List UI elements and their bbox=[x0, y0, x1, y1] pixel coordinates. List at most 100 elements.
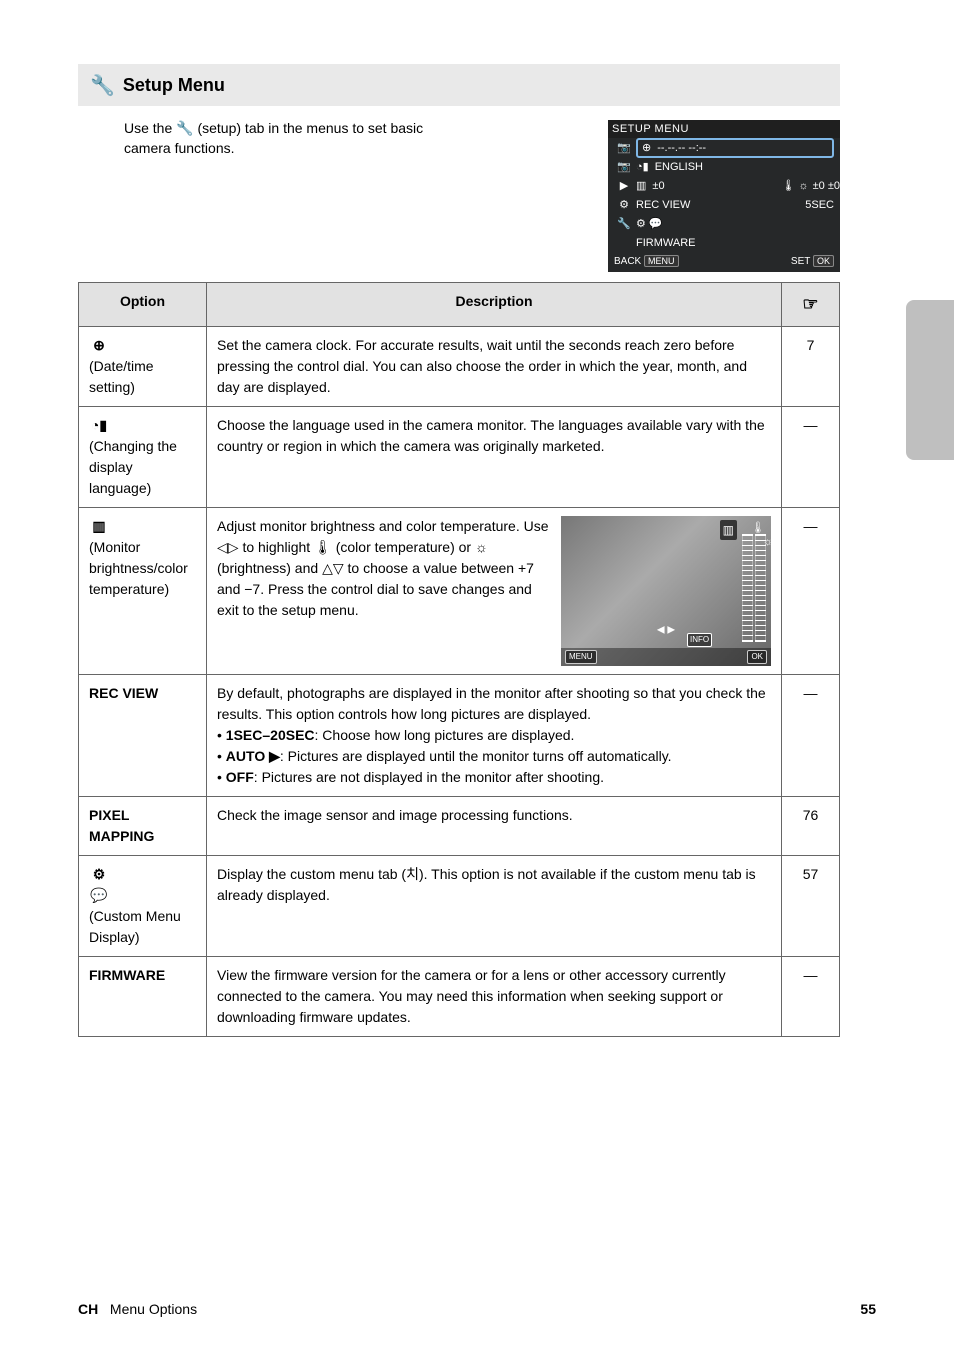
wrench-icon: 🔧 bbox=[90, 73, 115, 98]
bullet-label: AUTO ▶ bbox=[226, 748, 280, 764]
footer-title: Menu Options bbox=[110, 1301, 197, 1317]
menu-row-recview: ⚙ REC VIEW 5SEC bbox=[608, 195, 840, 214]
up-down-arrows-icon: △▽ bbox=[322, 560, 344, 576]
pointer-icon: ☞ bbox=[802, 294, 818, 314]
menu-row-custommenu: 🔧 ⚙ 💬 bbox=[608, 214, 840, 233]
menu-key-label: MENU bbox=[644, 255, 679, 267]
opt-subtitle: (Date/time setting) bbox=[89, 356, 196, 398]
opt-page: 7 bbox=[782, 327, 840, 407]
opt-desc: By default, photographs are displayed in… bbox=[207, 675, 782, 797]
opt-page: 57 bbox=[782, 856, 840, 957]
opt-desc: Display the custom menu tab (치). This op… bbox=[207, 856, 782, 957]
page-number: 55 bbox=[860, 1301, 876, 1317]
menu-lang-text: ENGLISH bbox=[655, 161, 840, 173]
opt-title: FIRMWARE bbox=[89, 965, 196, 986]
section-header: 🔧 Setup Menu bbox=[78, 64, 840, 106]
table-row: PIXEL MAPPING Check the image sensor and… bbox=[79, 797, 840, 856]
menu-row-monitor: ▶ ▥ ±0 🌡 ☼ ±0 ±0 bbox=[608, 176, 840, 195]
opt-page: — bbox=[782, 675, 840, 797]
menu-bottom-bar: BACK MENU SET OK bbox=[608, 252, 840, 270]
bullet-text: : Choose how long pictures are displayed… bbox=[315, 727, 575, 743]
opt-desc: Choose the language used in the camera m… bbox=[207, 407, 782, 508]
menu-set-label: SET bbox=[791, 256, 810, 267]
intro-suffix: (setup) tab in the menus to set basic bbox=[197, 120, 423, 136]
opt-desc: Set the camera clock. For accurate resul… bbox=[207, 327, 782, 407]
camera-icon: 📷 bbox=[612, 160, 636, 173]
clock-icon: ⊕ bbox=[89, 335, 109, 356]
page-side-tab bbox=[906, 300, 954, 460]
table-row: ⚙ 💬 (Custom Menu Display) Display the cu… bbox=[79, 856, 840, 957]
temperature-icon: 🌡 bbox=[314, 539, 332, 555]
ok-key-label: OK bbox=[747, 650, 767, 664]
left-right-arrows-icon: ◁▷ bbox=[217, 539, 239, 555]
desc-text: (color temperature) or bbox=[336, 539, 475, 555]
bullet-label: OFF bbox=[226, 769, 254, 785]
menu-monitor-extra-icons: 🌡 ☼ bbox=[782, 179, 809, 192]
ok-key-label: OK bbox=[813, 255, 834, 267]
opt-subtitle: (Custom Menu Display) bbox=[89, 906, 196, 948]
play-icon: ▶ bbox=[612, 179, 636, 192]
camera-icon: 📷 bbox=[612, 141, 636, 154]
desc-text: to highlight bbox=[242, 539, 314, 555]
table-header-row: Option Description ☞ bbox=[79, 283, 840, 327]
wrench-icon-inline: 🔧 bbox=[176, 120, 193, 136]
opt-desc: View the firmware version for the camera… bbox=[207, 957, 782, 1037]
menu-row-firmware: FIRMWARE bbox=[608, 233, 840, 252]
desc-text: By default, photographs are displayed in… bbox=[217, 683, 771, 725]
menu-recview-text: REC VIEW bbox=[636, 199, 805, 211]
desc-text: Adjust monitor brightness and color temp… bbox=[217, 518, 549, 534]
opt-page: — bbox=[782, 508, 840, 675]
monitor-icon: ▥ bbox=[720, 520, 737, 540]
footer-chapter: CH bbox=[78, 1301, 98, 1317]
globe-icon: ◔▮ bbox=[89, 415, 109, 436]
menu-key-label: MENU bbox=[565, 650, 597, 664]
intro-line1: Use the 🔧 (setup) tab in the menus to se… bbox=[124, 120, 423, 137]
menu-clock-text: --.--.-- --:-- bbox=[657, 142, 706, 154]
opt-desc: Check the image sensor and image process… bbox=[207, 797, 782, 856]
col-desc-header: Description bbox=[207, 283, 782, 327]
monitor-icon: ▥ bbox=[89, 516, 109, 537]
menu-monitor-text: ±0 bbox=[652, 180, 777, 192]
clock-icon: ⊕ bbox=[642, 141, 651, 154]
menu-back-label: BACK bbox=[614, 256, 641, 267]
monitor-icon: ▥ bbox=[636, 179, 646, 192]
col-ref-header: ☞ bbox=[782, 283, 840, 327]
table-row: ⊕ (Date/time setting) Set the camera clo… bbox=[79, 327, 840, 407]
options-table: Option Description ☞ ⊕ (Date/time settin… bbox=[78, 282, 840, 1037]
bullet-text: : Pictures are not displayed in the moni… bbox=[254, 769, 604, 785]
menu-row-lang: 📷 ◔▮ ENGLISH bbox=[608, 157, 840, 176]
bullet-text: : Pictures are displayed until the monit… bbox=[280, 748, 672, 764]
monitor-preview-graphic: ▥ 🌡 ☼ ◀ ▶ INFO MENU OK bbox=[561, 516, 771, 666]
gears-speech-icon: ⚙ 💬 bbox=[89, 864, 109, 906]
gears-speech-icon: ⚙ 💬 bbox=[636, 217, 663, 230]
opt-page: 76 bbox=[782, 797, 840, 856]
opt-title: REC VIEW bbox=[89, 683, 196, 704]
menu-recview-value: 5SEC bbox=[805, 199, 834, 211]
sun-icon: ☼ bbox=[475, 539, 488, 555]
opt-page: — bbox=[782, 957, 840, 1037]
menu-title: SETUP MENU bbox=[608, 120, 840, 138]
table-row: REC VIEW By default, photographs are dis… bbox=[79, 675, 840, 797]
opt-subtitle: (Monitor brightness/color temperature) bbox=[89, 537, 196, 600]
menu-monitor-extra-values: ±0 ±0 bbox=[813, 180, 840, 192]
menu-firmware-text: FIRMWARE bbox=[636, 237, 695, 249]
table-row: FIRMWARE View the firmware version for t… bbox=[79, 957, 840, 1037]
opt-subtitle: (Changing the display language) bbox=[89, 436, 196, 499]
opt-desc: ▥ 🌡 ☼ ◀ ▶ INFO MENU OK Adjust monitor br… bbox=[207, 508, 782, 675]
menu-row-clock: 📷 ⊕ --.--.-- --:-- bbox=[608, 138, 840, 157]
table-row: ▥ (Monitor brightness/color temperature)… bbox=[79, 508, 840, 675]
desc-text: (brightness) and bbox=[217, 560, 322, 576]
globe-icon: ◔▮ bbox=[636, 160, 649, 173]
col-option-header: Option bbox=[79, 283, 207, 327]
intro-prefix: Use the bbox=[124, 120, 176, 136]
opt-page: — bbox=[782, 407, 840, 508]
section-title: Setup Menu bbox=[123, 75, 225, 96]
table-row: ◔▮ (Changing the display language) Choos… bbox=[79, 407, 840, 508]
intro-line2: camera functions. bbox=[124, 140, 235, 156]
setup-menu-graphic: SETUP MENU 📷 ⊕ --.--.-- --:-- 📷 ◔▮ ENGLI… bbox=[608, 120, 840, 272]
bullet-label: 1SEC–20SEC bbox=[226, 727, 315, 743]
page-footer: CH Menu Options 55 bbox=[78, 1301, 876, 1317]
arrows-indicator: ◀ ▶ bbox=[657, 623, 675, 638]
opt-title: PIXEL MAPPING bbox=[89, 805, 196, 847]
info-key-label: INFO bbox=[687, 633, 712, 647]
